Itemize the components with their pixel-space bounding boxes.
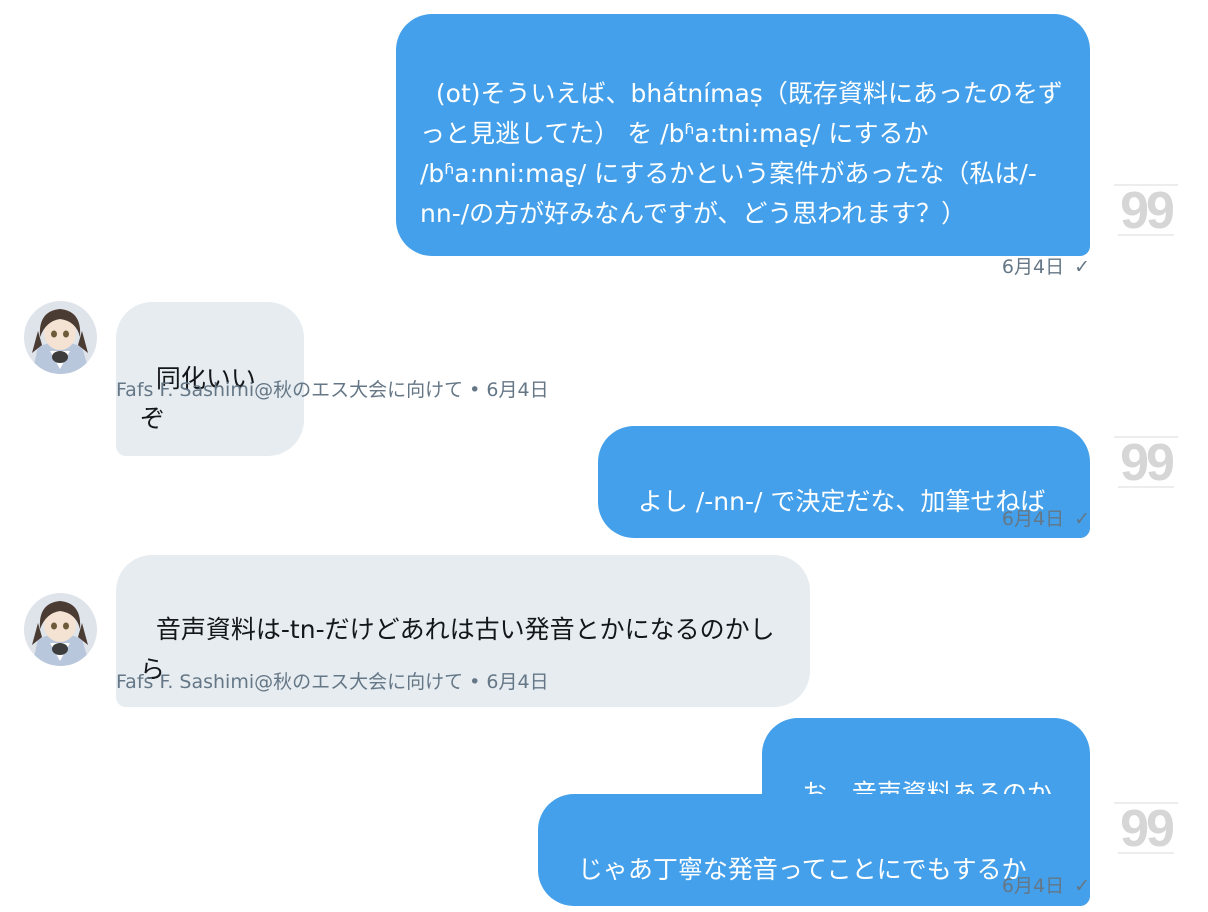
badge-99-icon: 99 <box>1110 430 1182 494</box>
sent-check-icon: ✓ <box>1074 256 1090 278</box>
timestamp: 6月4日 <box>1001 256 1065 278</box>
sent-message-bubble[interactable]: (ot)そういえば、bhátnímaṣ（既存資料にあったのをずっと見逃してた） … <box>396 14 1090 256</box>
message-meta: Fafs F. Sashimi@秋のエス大会に向けて • 6月4日 <box>116 378 549 402</box>
message-meta: 6月4日 ✓ <box>1002 874 1090 898</box>
svg-text:99: 99 <box>1120 800 1173 858</box>
sent-check-icon: ✓ <box>1074 508 1090 530</box>
meta-separator: • <box>463 671 487 693</box>
svg-text:99: 99 <box>1120 182 1173 240</box>
meta-separator: • <box>463 379 487 401</box>
sender-avatar[interactable] <box>24 593 97 666</box>
sender-name[interactable]: Fafs F. Sashimi@秋のエス大会に向けて <box>116 379 463 401</box>
sender-name[interactable]: Fafs F. Sashimi@秋のエス大会に向けて <box>116 671 463 693</box>
message-text: よし /-nn-/ で決定だな、加筆せねば <box>637 487 1046 516</box>
sent-check-icon: ✓ <box>1074 875 1090 897</box>
timestamp: 6月4日 <box>1001 875 1065 897</box>
message-meta: 6月4日 ✓ <box>1002 255 1090 279</box>
timestamp: 6月4日 <box>486 379 549 401</box>
message-meta: 6月4日 ✓ <box>1002 507 1090 531</box>
timestamp: 6月4日 <box>1001 508 1065 530</box>
badge-99-icon: 99 <box>1110 178 1182 242</box>
sender-avatar[interactable] <box>24 301 97 374</box>
message-meta: Fafs F. Sashimi@秋のエス大会に向けて • 6月4日 <box>116 670 549 694</box>
badge-99-icon: 99 <box>1110 796 1182 860</box>
message-text: じゃあ丁寧な発音ってことにでもするか <box>577 855 1027 884</box>
timestamp: 6月4日 <box>486 671 549 693</box>
message-text: (ot)そういえば、bhátnímaṣ（既存資料にあったのをずっと見逃してた） … <box>420 79 1063 228</box>
svg-text:99: 99 <box>1120 434 1173 492</box>
